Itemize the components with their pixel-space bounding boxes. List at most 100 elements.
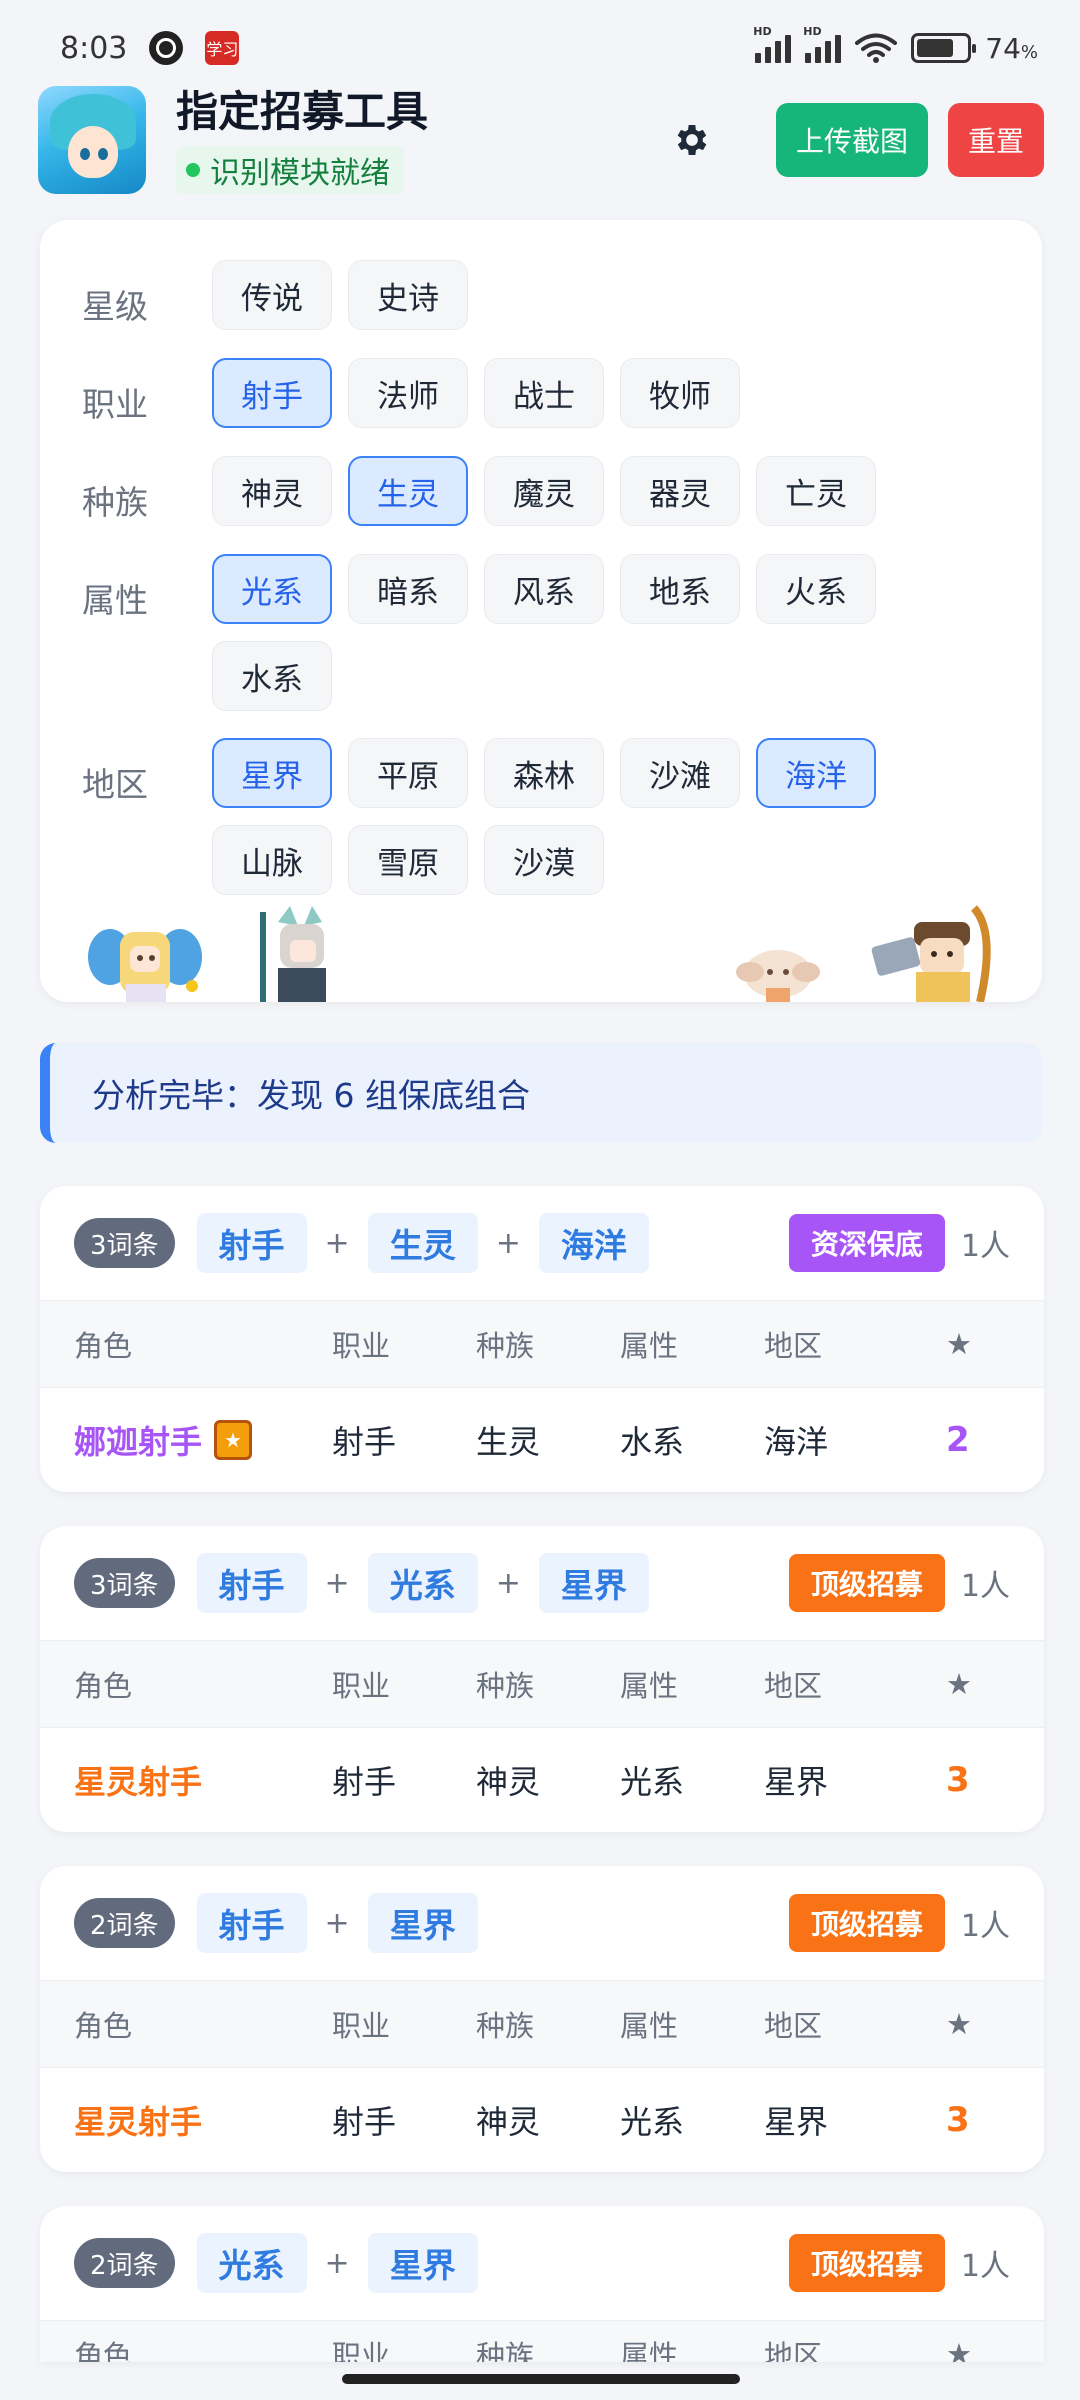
page-title: 指定招募工具 [176, 87, 429, 136]
analysis-result-banner: 分析完毕：发现 6 组保底组合 [40, 1043, 1042, 1143]
app-avatar [38, 86, 146, 194]
combo-tag: 光系 [196, 2233, 307, 2293]
hero-race: 神灵 [476, 1763, 541, 1801]
filter-label-attr: 属性 [82, 581, 148, 620]
filter-label-star: 星级 [82, 287, 148, 326]
filter-chip-region-1[interactable]: 平原 [348, 738, 468, 808]
combo-tag: 射手 [196, 1893, 307, 1953]
filter-chip-race-2[interactable]: 魔灵 [484, 456, 604, 526]
battery-percent: 74% [985, 31, 1038, 65]
filter-chip-region-6[interactable]: 雪原 [348, 825, 468, 895]
hero-star: 3 [946, 2100, 970, 2140]
filter-chip-race-1[interactable]: 生灵 [348, 456, 468, 526]
hero-portrait-icon: ★ [214, 1420, 253, 1460]
hero-attr: 光系 [620, 1763, 685, 1801]
filter-chip-job-0[interactable]: 射手 [212, 358, 332, 428]
settings-button[interactable] [662, 110, 722, 170]
filter-chip-star-1[interactable]: 史诗 [348, 260, 468, 330]
combo-tag: 星界 [367, 2233, 478, 2293]
people-count: 1人 [960, 1229, 1010, 1264]
home-indicator[interactable] [342, 2374, 740, 2384]
signal-icon-2: HD [803, 25, 842, 63]
tag-count-badge: 2词条 [74, 2238, 175, 2288]
reset-button[interactable]: 重置 [948, 103, 1044, 177]
hero-star: 3 [946, 1760, 970, 1800]
filter-chip-job-2[interactable]: 战士 [484, 358, 604, 428]
table-header: 角色 职业 种族 属性 地区 ★ [40, 2320, 1044, 2362]
result-card: 3词条 射手 + 生灵 + 海洋 资深保底 1人 角色 职业 种族 属性 地区 … [40, 1186, 1044, 1492]
result-card: 2词条 光系 + 星界 顶级招募 1人 角色 职业 种族 属性 地区 ★ [40, 2206, 1044, 2362]
hero-name: 娜迦射手 [74, 1423, 203, 1461]
people-count: 1人 [960, 2249, 1010, 2284]
sprite-blonde-hero-image [88, 929, 202, 1002]
app-header: 指定招募工具 识别模块就绪 上传截图 重置 [38, 84, 1044, 196]
combo-tag: 射手 [196, 1553, 307, 1613]
hero-job: 射手 [332, 2103, 397, 2141]
hero-star: 2 [946, 1420, 970, 1460]
filter-chip-attr-5[interactable]: 水系 [212, 641, 332, 711]
filter-chip-region-7[interactable]: 沙漠 [484, 825, 604, 895]
hero-job: 射手 [332, 1763, 397, 1801]
filter-chip-race-4[interactable]: 亡灵 [756, 456, 876, 526]
hero-attr: 光系 [620, 2103, 685, 2141]
battery-icon [911, 33, 977, 63]
analysis-result-text: 分析完毕：发现 6 组保底组合 [92, 1076, 530, 1115]
filter-label-race: 种族 [82, 483, 148, 522]
table-header: 角色 职业 种族 属性 地区 ★ [40, 1300, 1044, 1388]
hero-race: 神灵 [476, 2103, 541, 2141]
hero-region: 星界 [764, 1763, 829, 1801]
filter-chip-attr-4[interactable]: 火系 [756, 554, 876, 624]
combo-tag: 海洋 [538, 1213, 649, 1273]
table-header: 角色 职业 种族 属性 地区 ★ [40, 1640, 1044, 1728]
people-count: 1人 [960, 1569, 1010, 1604]
tier-badge: 顶级招募 [788, 2234, 945, 2292]
filter-chip-region-3[interactable]: 沙滩 [620, 738, 740, 808]
hero-name: 星灵射手 [74, 2103, 203, 2141]
notification-icon [149, 31, 184, 65]
filter-chip-region-2[interactable]: 森林 [484, 738, 604, 808]
tier-badge: 顶级招募 [788, 1554, 945, 1612]
status-time: 8:03 [60, 30, 128, 66]
filter-chip-attr-1[interactable]: 暗系 [348, 554, 468, 624]
filter-chip-star-0[interactable]: 传说 [212, 260, 332, 330]
tier-badge: 资深保底 [788, 1214, 945, 1272]
hero-job: 射手 [332, 1423, 397, 1461]
upload-screenshot-button[interactable]: 上传截图 [776, 103, 928, 177]
filter-chip-race-3[interactable]: 器灵 [620, 456, 740, 526]
hero-region: 星界 [764, 2103, 829, 2141]
filter-chip-region-4[interactable]: 海洋 [756, 738, 876, 808]
filter-chip-region-0[interactable]: 星界 [212, 738, 332, 808]
wifi-icon [855, 33, 898, 63]
filter-chip-race-0[interactable]: 神灵 [212, 456, 332, 526]
filter-chip-region-5[interactable]: 山脉 [212, 825, 332, 895]
hero-race: 生灵 [476, 1423, 541, 1461]
tier-badge: 顶级招募 [788, 1894, 945, 1952]
combo-tag: 星界 [538, 1553, 649, 1613]
filter-label-job: 职业 [82, 385, 148, 424]
sprite-cloud-hero-image [736, 950, 820, 1002]
table-row[interactable]: 星灵射手 射手 神灵 光系 星界 3 [40, 2068, 1044, 2172]
status-dot-icon [186, 163, 200, 177]
filter-card: 星级 传说 史诗 职业 射手 法师 战士 牧师 种族 神灵 生灵 魔灵 器灵 亡… [40, 220, 1042, 1002]
filter-chip-job-3[interactable]: 牧师 [620, 358, 740, 428]
combo-tag: 光系 [367, 1553, 478, 1613]
table-row[interactable]: 星灵射手 射手 神灵 光系 星界 3 [40, 1728, 1044, 1832]
filter-chip-job-1[interactable]: 法师 [348, 358, 468, 428]
hero-name: 星灵射手 [74, 1763, 203, 1801]
table-row[interactable]: 娜迦射手 ★ 射手 生灵 水系 海洋 2 [40, 1388, 1044, 1492]
result-card: 2词条 射手 + 星界 顶级招募 1人 角色 职业 种族 属性 地区 ★ 星灵射… [40, 1866, 1044, 2172]
people-count: 1人 [960, 1909, 1010, 1944]
combo-tag: 星界 [367, 1893, 478, 1953]
tag-count-badge: 3词条 [74, 1558, 175, 1608]
filter-chip-attr-0[interactable]: 光系 [212, 554, 332, 624]
hero-attr: 水系 [620, 1423, 685, 1461]
tag-count-badge: 3词条 [74, 1218, 175, 1268]
combo-tag: 射手 [196, 1213, 307, 1273]
filter-chip-attr-2[interactable]: 风系 [484, 554, 604, 624]
gear-icon [677, 125, 707, 155]
sprite-knight-hero-image [260, 906, 326, 1002]
filter-chip-attr-3[interactable]: 地系 [620, 554, 740, 624]
status-bar: 8:03 学习 HD HD 74% [0, 0, 1080, 96]
tag-count-badge: 2词条 [74, 1898, 175, 1948]
filter-label-region: 地区 [82, 765, 148, 804]
